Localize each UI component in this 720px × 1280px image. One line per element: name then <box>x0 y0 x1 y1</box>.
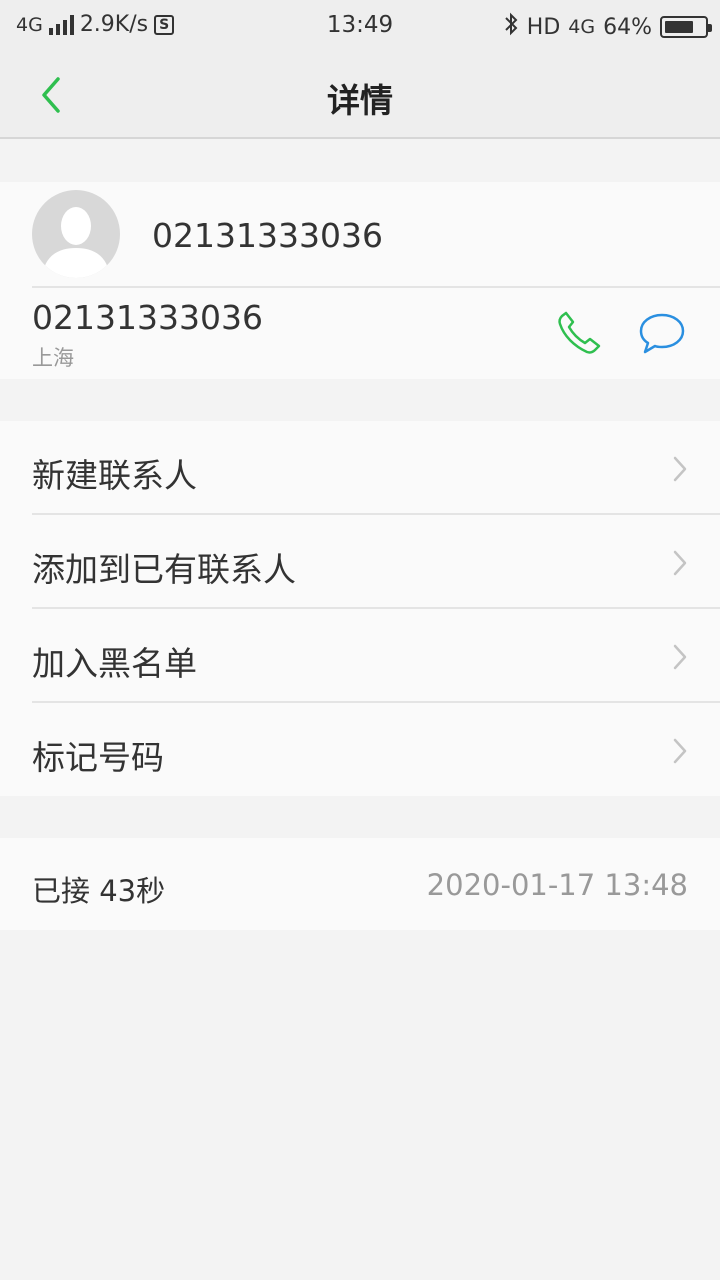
new-contact-item[interactable]: 新建联系人 <box>0 421 720 515</box>
phone-icon <box>558 311 601 354</box>
action-label: 标记号码 <box>32 738 164 777</box>
action-label: 添加到已有联系人 <box>32 550 296 589</box>
chat-bubble-icon <box>639 313 685 354</box>
chevron-right-icon <box>673 456 687 482</box>
call-log-entry[interactable]: 已接 43秒 2020-01-17 13:48 <box>0 838 720 930</box>
chevron-right-icon <box>673 644 687 670</box>
message-button[interactable] <box>636 310 688 358</box>
header: 详情 <box>0 50 720 139</box>
contact-name: 02131333036 <box>152 216 383 255</box>
battery-icon <box>660 16 712 38</box>
action-label: 新建联系人 <box>32 456 197 495</box>
chevron-right-icon <box>673 738 687 764</box>
avatar <box>32 190 120 278</box>
chevron-right-icon <box>673 550 687 576</box>
call-status: 已接 43秒 <box>32 874 166 908</box>
hd-label: HD <box>526 14 561 40</box>
call-button[interactable] <box>554 310 606 358</box>
battery-percent: 64% <box>603 14 652 40</box>
number-location: 上海 <box>32 346 74 370</box>
divider <box>32 286 720 288</box>
bluetooth-icon <box>503 12 519 42</box>
status-right: HD 4G 64% <box>503 12 712 42</box>
page-title: 详情 <box>327 81 393 120</box>
mark-number-item[interactable]: 标记号码 <box>0 703 720 797</box>
network-type-right: 4G <box>568 16 596 38</box>
person-silhouette-icon <box>42 207 110 278</box>
add-to-blacklist-item[interactable]: 加入黑名单 <box>0 609 720 703</box>
battery-fill <box>665 21 694 33</box>
call-datetime: 2020-01-17 13:48 <box>426 868 688 902</box>
add-to-existing-contact-item[interactable]: 添加到已有联系人 <box>0 515 720 609</box>
action-label: 加入黑名单 <box>32 644 197 683</box>
action-list: 新建联系人 添加到已有联系人 加入黑名单 标记号码 <box>0 421 720 796</box>
contact-card: 02131333036 02131333036 上海 <box>0 182 720 379</box>
phone-number[interactable]: 02131333036 <box>32 298 263 337</box>
status-bar: 4G 2.9K/s S 13:49 HD 4G 64% <box>0 0 720 50</box>
